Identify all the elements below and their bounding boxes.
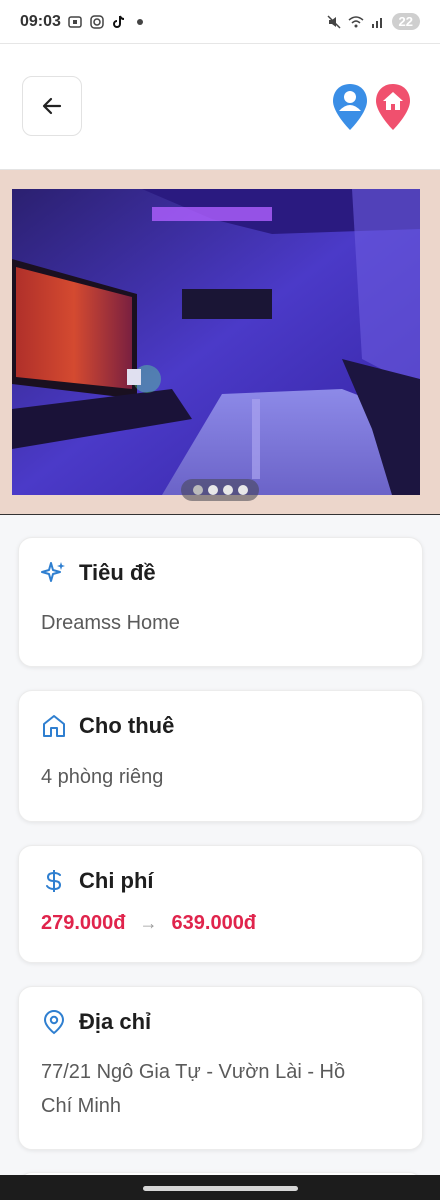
signal-icon [371, 17, 382, 28]
address-line-2: Chí Minh [41, 1095, 122, 1117]
tiktok-icon [112, 15, 124, 28]
battery-indicator: 22 [391, 13, 420, 30]
rent-card-heading: Cho thuê [41, 713, 174, 739]
address-card: Địa chỉ 77/21 Ngô Gia Tự - Vườn Lài - Hồ… [18, 986, 423, 1150]
notification-dot-icon [136, 18, 143, 25]
sparkles-icon [41, 562, 65, 582]
pager-dot[interactable] [237, 485, 248, 495]
navigation-bar [0, 1175, 440, 1200]
title-card-heading: Tiêu đề [41, 560, 156, 586]
gallery-pager[interactable] [181, 479, 259, 501]
instagram-icon [90, 14, 104, 29]
map-pin-icon [43, 1009, 65, 1035]
back-button[interactable] [22, 76, 82, 136]
price-max: 639.000đ [171, 912, 257, 934]
home-pin-icon[interactable] [374, 82, 412, 132]
price-range: 279.000đ → 639.000đ [41, 912, 256, 935]
status-time: 09:03 [20, 12, 61, 30]
mute-icon [327, 14, 341, 29]
price-min: 279.000đ [41, 912, 126, 934]
screenshot-icon [68, 15, 82, 28]
status-bar: 09:03 22 [0, 0, 440, 44]
user-pin-icon[interactable] [331, 82, 369, 132]
home-icon [43, 715, 65, 737]
arrow-left-icon [42, 97, 62, 115]
cost-card-heading: Chi phí [41, 868, 154, 894]
listing-title: Dreamss Home [41, 612, 180, 634]
rent-card-label: Cho thuê [79, 713, 175, 738]
wifi-icon [348, 15, 364, 27]
rent-card: Cho thuê 4 phòng riêng [18, 690, 423, 822]
image-gallery[interactable] [0, 170, 440, 515]
address-card-heading: Địa chỉ [41, 1009, 151, 1035]
title-card: Tiêu đề Dreamss Home [18, 537, 423, 667]
pager-dot[interactable] [207, 485, 218, 495]
room-photo [12, 189, 420, 495]
cost-card-label: Chi phí [79, 868, 154, 893]
pager-dot[interactable] [192, 485, 203, 495]
home-indicator[interactable] [143, 1186, 298, 1191]
arrow-right-icon: → [139, 913, 158, 933]
dollar-icon [46, 870, 62, 892]
rent-value: 4 phòng riêng [41, 766, 164, 788]
cost-card: Chi phí 279.000đ → 639.000đ [18, 845, 423, 963]
header [0, 44, 440, 170]
address-line-1: 77/21 Ngô Gia Tự - Vườn Lài - Hồ [41, 1061, 346, 1083]
title-card-label: Tiêu đề [79, 560, 156, 585]
pager-dot[interactable] [222, 485, 233, 495]
address-card-label: Địa chỉ [79, 1009, 152, 1034]
